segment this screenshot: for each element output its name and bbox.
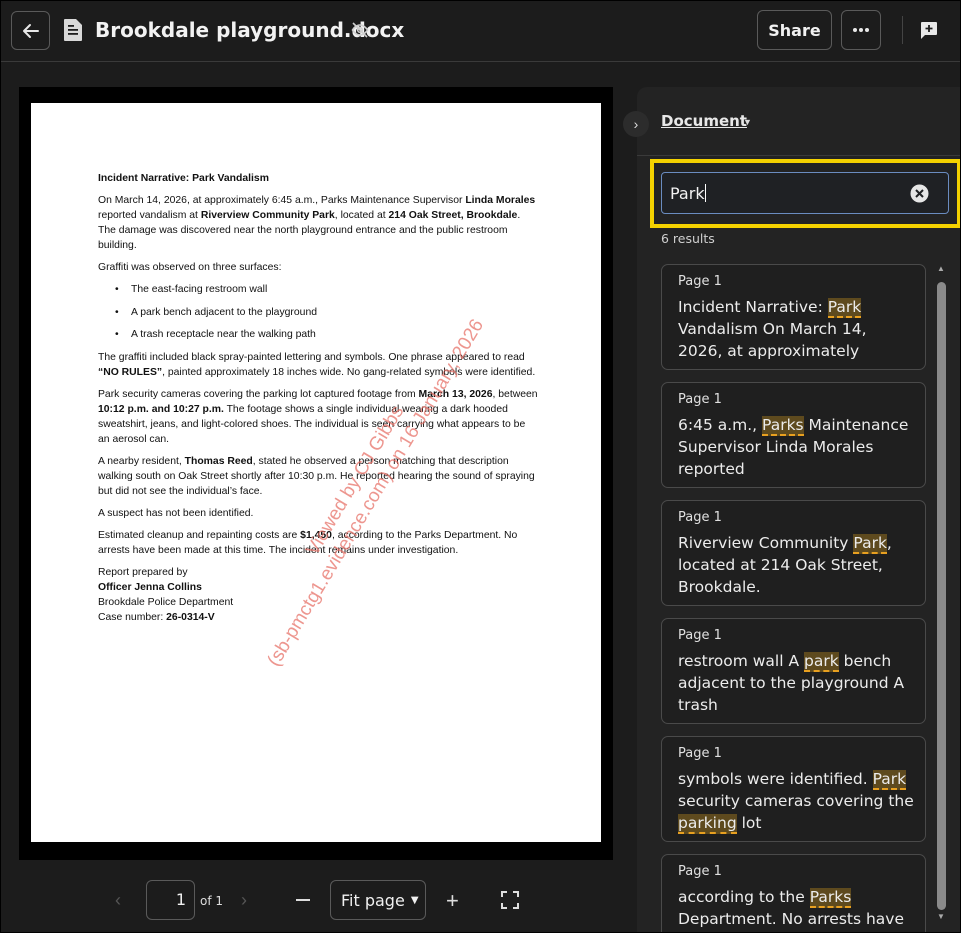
result-card[interactable]: Page 1 Incident Narrative: Park Vandalis… [661, 264, 926, 370]
top-bar: Brookdale playground.docx Share [0, 0, 961, 62]
panel-title[interactable]: Document [661, 112, 747, 130]
arrow-left-icon [22, 23, 39, 38]
scrollbar-thumb[interactable] [937, 282, 946, 910]
result-card[interactable]: Page 1 Riverview Community Park, located… [661, 500, 926, 606]
results-count: 6 results [661, 231, 715, 246]
document-page: Incident Narrative: Park Vandalism On Ma… [31, 103, 601, 842]
back-button[interactable] [11, 11, 50, 50]
add-comment-icon[interactable] [919, 20, 939, 40]
fullscreen-icon[interactable] [501, 891, 519, 909]
chevron-left-icon[interactable]: ‹ [115, 890, 121, 911]
clear-icon[interactable] [910, 184, 929, 203]
paragraph-2: Graffiti was observed on three surfaces: [98, 262, 282, 273]
share-button[interactable]: Share [757, 10, 832, 50]
zoom-select[interactable]: Fit page ▼ [330, 880, 426, 920]
document-heading: Incident Narrative: Park Vandalism [98, 173, 269, 184]
search-value: Park [670, 184, 705, 203]
result-card[interactable]: Page 1 symbols were identified. Park sec… [661, 736, 926, 842]
scroll-up-icon[interactable]: ▲ [937, 264, 945, 273]
result-card[interactable]: Page 1 according to the Parks Department… [661, 854, 926, 933]
scroll-down-icon[interactable]: ▼ [937, 912, 945, 921]
caret-down-icon[interactable]: ▼ [743, 117, 752, 127]
page-number-input[interactable]: 1 [146, 880, 195, 920]
result-card[interactable]: Page 1 restroom wall A park bench adjace… [661, 618, 926, 724]
caret-down-icon: ▼ [410, 894, 419, 906]
more-horizontal-icon [853, 28, 869, 32]
chevron-right-icon[interactable]: › [241, 890, 247, 911]
collapse-panel-button[interactable]: › [623, 111, 649, 137]
results-list: Page 1 Incident Narrative: Park Vandalis… [661, 264, 926, 933]
paragraph-4: Park security cameras covering the parki… [98, 388, 538, 445]
chevron-right-icon: › [633, 116, 639, 132]
results-scrollbar[interactable]: ▲ ▼ [934, 264, 948, 924]
page-count: of 1 [200, 894, 224, 908]
zoom-in-icon[interactable]: + [446, 888, 459, 914]
viewer-toolbar: ‹ 1 of 1 › Fit page ▼ + [19, 860, 613, 933]
more-options-button[interactable] [841, 10, 881, 50]
paragraph-5: A nearby resident, Thomas Reed, stated h… [98, 455, 535, 497]
search-input[interactable]: Park [661, 172, 949, 214]
document-viewer: Incident Narrative: Park Vandalism On Ma… [19, 87, 613, 860]
zoom-out-icon[interactable] [296, 899, 310, 901]
panel-divider [637, 155, 961, 156]
eye-off-icon[interactable] [351, 21, 369, 39]
result-card[interactable]: Page 1 6:45 a.m., Parks Maintenance Supe… [661, 382, 926, 488]
paragraph-1: On March 14, 2026, at approximately 6:45… [98, 195, 536, 251]
toolbar-divider [902, 16, 903, 44]
document-icon [64, 19, 82, 41]
